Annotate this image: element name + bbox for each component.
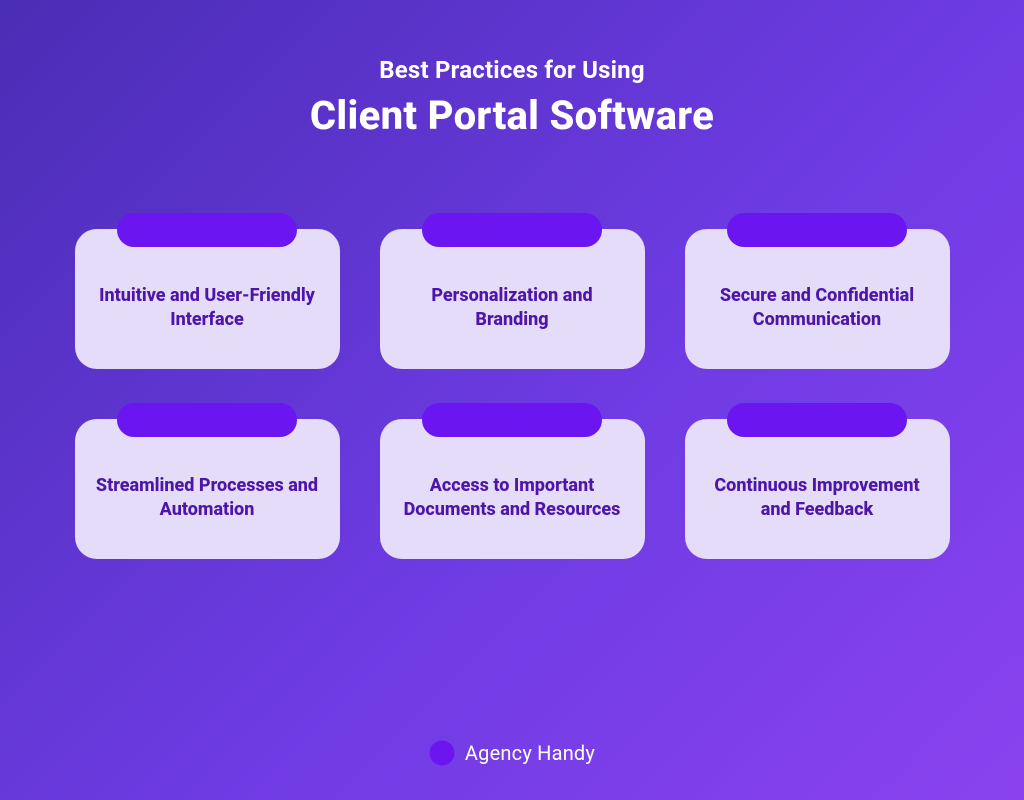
tile-tab <box>422 213 602 247</box>
tile-tab <box>117 403 297 437</box>
tile-documents-resources: Access to Important Documents and Resour… <box>380 419 645 559</box>
tile-tab <box>727 213 907 247</box>
tile-tab <box>422 403 602 437</box>
tile-label: Secure and Confidential Communication <box>703 284 932 333</box>
tile-label: Streamlined Processes and Automation <box>93 474 322 523</box>
tile-secure-communication: Secure and Confidential Communication <box>685 229 950 369</box>
brand-name: Agency Handy <box>465 741 595 765</box>
title-block: Best Practices for Using Client Portal S… <box>310 56 714 139</box>
tile-tab <box>727 403 907 437</box>
footer-brand: Agency Handy <box>0 740 1024 766</box>
tile-tab <box>117 213 297 247</box>
tile-label: Intuitive and User-Friendly Interface <box>93 284 322 333</box>
tile-label: Continuous Improvement and Feedback <box>703 474 932 523</box>
brand-logo-icon <box>429 740 455 766</box>
title-headline: Client Portal Software <box>310 92 714 139</box>
tile-intuitive-interface: Intuitive and User-Friendly Interface <box>75 229 340 369</box>
tile-label: Access to Important Documents and Resour… <box>398 474 627 523</box>
tile-improvement-feedback: Continuous Improvement and Feedback <box>685 419 950 559</box>
tile-streamlined-automation: Streamlined Processes and Automation <box>75 419 340 559</box>
tile-label: Personalization and Branding <box>398 284 627 333</box>
tile-grid: Intuitive and User-Friendly Interface Pe… <box>75 229 950 559</box>
title-eyebrow: Best Practices for Using <box>310 56 714 84</box>
tile-personalization-branding: Personalization and Branding <box>380 229 645 369</box>
